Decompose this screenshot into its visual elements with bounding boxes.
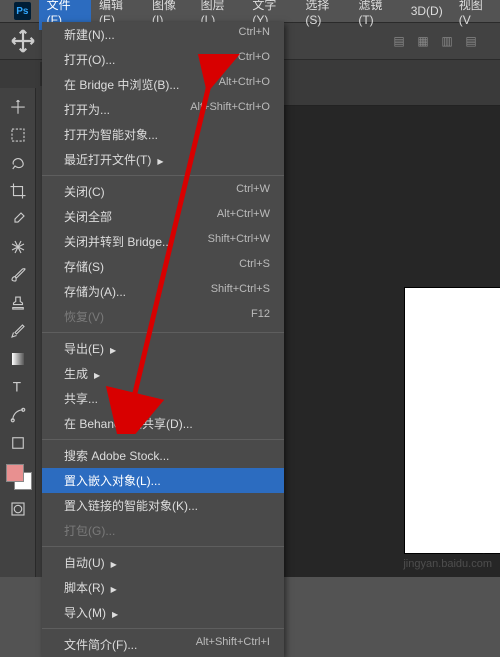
menu-item[interactable]: 自动(U) xyxy=(42,550,284,575)
quickmask-tool[interactable] xyxy=(4,496,32,522)
marquee-tool[interactable] xyxy=(4,122,32,148)
healing-tool[interactable] xyxy=(4,234,32,260)
brush-tool[interactable] xyxy=(4,262,32,288)
menu-view[interactable]: 视图(V xyxy=(451,0,500,30)
menu-item[interactable]: 搜索 Adobe Stock... xyxy=(42,443,284,468)
move-tool-icon[interactable] xyxy=(10,28,36,54)
shape-tool[interactable] xyxy=(4,430,32,456)
svg-text:T: T xyxy=(12,380,20,395)
menu-item[interactable]: 文件简介(F)...Alt+Shift+Ctrl+I xyxy=(42,632,284,657)
menu-item[interactable]: 关闭全部Alt+Ctrl+W xyxy=(42,204,284,229)
align-right-icon[interactable]: ▥ xyxy=(438,32,456,50)
eyedropper-tool[interactable] xyxy=(4,206,32,232)
align-top-icon[interactable]: ▤ xyxy=(462,32,480,50)
menu-item[interactable]: 导入(M) xyxy=(42,600,284,625)
menu-item: 恢复(V)F12 xyxy=(42,304,284,329)
menu-item[interactable]: 最近打开文件(T) xyxy=(42,147,284,172)
menu-item[interactable]: 导出(E) xyxy=(42,336,284,361)
menu-item[interactable]: 在 Bridge 中浏览(B)...Alt+Ctrl+O xyxy=(42,72,284,97)
align-center-icon[interactable]: ▦ xyxy=(414,32,432,50)
crop-tool[interactable] xyxy=(4,178,32,204)
menu-item[interactable]: 打开为智能对象... xyxy=(42,122,284,147)
gradient-tool[interactable] xyxy=(4,346,32,372)
menu-item[interactable]: 生成 xyxy=(42,361,284,386)
file-menu-dropdown: 新建(N)...Ctrl+N打开(O)...Ctrl+O在 Bridge 中浏览… xyxy=(42,22,284,657)
path-tool[interactable] xyxy=(4,402,32,428)
watermark: Bai公经验 jingyan.baidu.com xyxy=(403,542,492,571)
menu-item: 打包(G)... xyxy=(42,518,284,543)
color-swatches[interactable] xyxy=(2,462,34,494)
history-brush-tool[interactable] xyxy=(4,318,32,344)
menu-item[interactable]: 关闭(C)Ctrl+W xyxy=(42,179,284,204)
menu-item[interactable]: 打开(O)...Ctrl+O xyxy=(42,47,284,72)
menu-item[interactable]: 存储(S)Ctrl+S xyxy=(42,254,284,279)
align-icons-group: ▤ ▦ ▥ ▤ xyxy=(390,32,480,50)
menu-item[interactable]: 存储为(A)...Shift+Ctrl+S xyxy=(42,279,284,304)
menu-filter[interactable]: 滤镜(T) xyxy=(350,0,402,30)
stamp-tool[interactable] xyxy=(4,290,32,316)
fg-color-swatch[interactable] xyxy=(6,464,24,482)
menu-item[interactable]: 脚本(R) xyxy=(42,575,284,600)
menubar: Ps 文件(F) 编辑(E) 图像(I) 图层(L) 文字(Y) 选择(S) 滤… xyxy=(0,0,500,22)
menu-3d[interactable]: 3D(D) xyxy=(403,1,451,21)
align-left-icon[interactable]: ▤ xyxy=(390,32,408,50)
menu-item[interactable]: 置入链接的智能对象(K)... xyxy=(42,493,284,518)
menu-item[interactable]: 共享... xyxy=(42,386,284,411)
move-tool[interactable] xyxy=(4,94,32,120)
menu-item[interactable]: 置入嵌入对象(L)... xyxy=(42,468,284,493)
menu-item[interactable]: 新建(N)...Ctrl+N xyxy=(42,22,284,47)
menu-select[interactable]: 选择(S) xyxy=(297,0,350,30)
type-tool[interactable]: T xyxy=(4,374,32,400)
ps-logo-icon: Ps xyxy=(14,2,31,20)
menu-item[interactable]: 在 Behance 上共享(D)... xyxy=(42,411,284,436)
menu-item[interactable]: 打开为...Alt+Shift+Ctrl+O xyxy=(42,97,284,122)
document-canvas[interactable] xyxy=(405,288,500,553)
lasso-tool[interactable] xyxy=(4,150,32,176)
menu-item[interactable]: 关闭并转到 Bridge...Shift+Ctrl+W xyxy=(42,229,284,254)
tools-panel: T xyxy=(0,88,36,577)
